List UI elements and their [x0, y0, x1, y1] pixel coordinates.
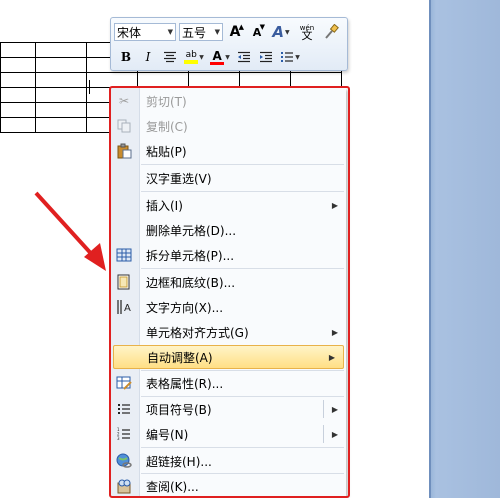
- table-cell[interactable]: [0, 102, 36, 118]
- font-name-value: 宋体: [117, 25, 142, 40]
- chevron-down-icon: ▼: [214, 28, 220, 36]
- table-cell[interactable]: [0, 57, 36, 73]
- annotation-arrow: [34, 191, 106, 271]
- mini-toolbar: 宋体 ▼ 五号 ▼ A ▲ A ▼ A ▼ wén 文 B I ab ▼ A ▼…: [110, 17, 348, 71]
- chevron-down-icon: ▼: [167, 28, 173, 36]
- table-cell[interactable]: [35, 117, 87, 133]
- align-center-icon: [164, 51, 176, 63]
- decrease-indent-icon: [238, 51, 250, 63]
- chevron-down-icon: ▼: [199, 53, 204, 61]
- chevron-down-icon: ▼: [225, 53, 230, 61]
- bold-icon: B: [120, 50, 132, 64]
- text-cursor: [89, 80, 90, 94]
- bullets-button[interactable]: ▼: [278, 47, 302, 67]
- increase-indent-icon: [260, 51, 272, 63]
- chevron-down-icon: ▼: [284, 28, 290, 36]
- table-cell[interactable]: [35, 87, 87, 103]
- shrink-font-button[interactable]: A ▼: [247, 22, 267, 42]
- mini-toolbar-row-2: B I ab ▼ A ▼ ▼: [114, 46, 302, 68]
- table-cell[interactable]: [35, 72, 87, 88]
- font-color-text: A: [212, 48, 222, 63]
- page-edge: [429, 0, 431, 498]
- annotation-highlight-box: [109, 86, 350, 498]
- bullets-icon: [281, 52, 294, 62]
- table-cell[interactable]: [35, 42, 87, 58]
- format-painter-button[interactable]: [321, 22, 341, 42]
- table-cell[interactable]: [35, 57, 87, 73]
- caret-down-icon: ▼: [259, 23, 265, 31]
- italic-button[interactable]: I: [138, 47, 158, 67]
- phonetic-bottom-text: 文: [301, 29, 313, 42]
- format-painter-icon: [325, 24, 339, 39]
- decrease-indent-button[interactable]: [234, 47, 254, 67]
- highlight-button[interactable]: ab ▼: [182, 47, 206, 67]
- grow-font-button[interactable]: A ▲: [225, 22, 245, 42]
- table-cell[interactable]: [0, 72, 36, 88]
- table-cell[interactable]: [0, 117, 36, 133]
- italic-icon: I: [145, 50, 151, 64]
- styles-button[interactable]: A ▼: [269, 22, 293, 42]
- table-cell[interactable]: [0, 42, 36, 58]
- font-color-button[interactable]: A ▼: [208, 47, 232, 67]
- center-align-button[interactable]: [160, 47, 180, 67]
- highlight-text: ab: [185, 50, 197, 60]
- font-size-select[interactable]: 五号 ▼: [179, 23, 223, 41]
- chevron-down-icon: ▼: [295, 53, 300, 61]
- font-color-swatch: [210, 61, 225, 65]
- styles-icon: A: [272, 23, 284, 41]
- highlight-icon: ab: [184, 50, 199, 64]
- caret-up-icon: ▲: [238, 23, 244, 31]
- table-cell[interactable]: [35, 102, 87, 118]
- highlight-swatch: [184, 60, 199, 64]
- increase-indent-button[interactable]: [256, 47, 276, 67]
- app-background: [430, 0, 500, 498]
- mini-toolbar-row-1: 宋体 ▼ 五号 ▼ A ▲ A ▼ A ▼ wén 文: [114, 21, 341, 43]
- bold-button[interactable]: B: [116, 47, 136, 67]
- font-size-value: 五号: [182, 25, 207, 40]
- table-cell[interactable]: [0, 87, 36, 103]
- phonetic-guide-button[interactable]: wén 文: [295, 22, 319, 42]
- phonetic-guide-icon: wén 文: [300, 24, 314, 42]
- font-name-select[interactable]: 宋体 ▼: [114, 23, 176, 41]
- font-color-icon: A: [210, 48, 225, 65]
